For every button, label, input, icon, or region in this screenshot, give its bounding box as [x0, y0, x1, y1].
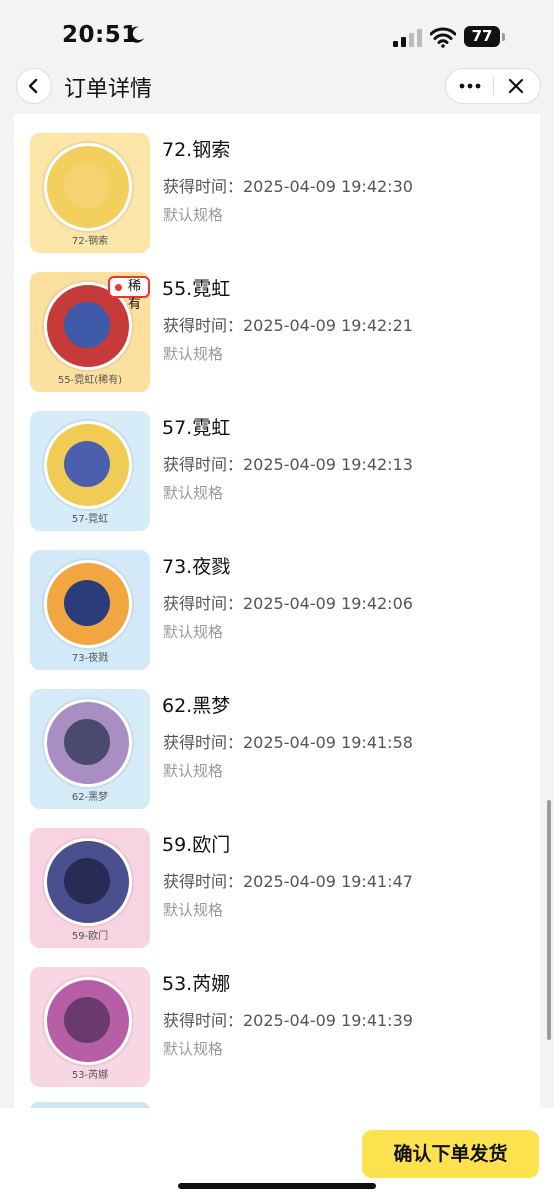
list-item[interactable]: 59-欧门 59.欧门获得时间：2025-04-09 19:41:47 默认规格	[14, 812, 540, 951]
item-spec: 默认规格	[163, 623, 224, 641]
character-portrait	[64, 441, 110, 487]
order-item-list: 72-钢索 72.钢索 获得时间：2025-04-09 19:42:30 默认规格 55…	[14, 114, 540, 1108]
obtained-time: 获得时间：2025-04-09 19:42:30	[163, 177, 413, 196]
home-indicator	[178, 1183, 376, 1189]
obtained-time: 获得时间：2025-04-09 19:42:13	[163, 455, 413, 474]
list-item[interactable]: 57-霓虹 57.霓虹获得时间：2025-04-09 19:42:13 默认规格	[14, 395, 540, 534]
item-spec: 默认规格	[163, 484, 224, 502]
badge-caption: 59-欧门	[71, 931, 109, 942]
item-name: 57.霓虹	[162, 417, 231, 439]
badge-caption: 55-霓虹(稀有)	[57, 375, 123, 386]
obtained-time: 获得时间：2025-04-09 19:42:06	[163, 594, 413, 613]
character-portrait	[64, 719, 110, 765]
character-portrait	[64, 163, 110, 209]
list-item[interactable]: 72-钢索 72.钢索获得时间：2025-04-09 19:42:30 默认规格	[14, 117, 540, 256]
rare-label: 稀有	[128, 279, 142, 312]
item-spec: 默认规格	[163, 345, 224, 363]
item-spec: 默认规格	[163, 901, 224, 919]
item-spec: 默认规格	[163, 1040, 224, 1058]
confirm-ship-button[interactable]: 确认下单发货	[362, 1130, 539, 1178]
rare-dot-icon	[115, 284, 122, 291]
badge-caption: 53-芮娜	[71, 1070, 109, 1081]
mini-program-capsule	[445, 68, 541, 104]
item-spec: 默认规格	[163, 206, 224, 224]
badge-caption: 62-黑梦	[71, 792, 109, 803]
page-title: 订单详情	[64, 77, 153, 102]
battery-level: 77	[464, 26, 500, 47]
badge-caption: 72-钢索	[71, 236, 109, 247]
bottom-bar: 确认下单发货	[0, 1108, 554, 1200]
badge-thumbnail: 59-欧门	[30, 828, 150, 948]
item-name: 62.黑梦	[162, 695, 231, 717]
badge-thumbnail: 72-钢索	[30, 133, 150, 253]
nav-bar: 订单详情	[0, 62, 554, 114]
item-name: 73.夜戮	[162, 556, 231, 578]
rare-badge: 稀有	[108, 276, 150, 312]
badge-caption: 73-夜戮	[71, 653, 109, 664]
back-button[interactable]	[16, 68, 52, 104]
character-portrait	[64, 302, 110, 348]
signal-icon	[393, 29, 422, 47]
item-spec: 默认规格	[163, 762, 224, 780]
more-icon[interactable]	[458, 79, 482, 93]
chevron-left-icon	[28, 78, 38, 94]
badge-thumbnail: 57-霓虹	[30, 411, 150, 531]
badge-thumbnail: 53-芮娜	[30, 967, 150, 1087]
list-item[interactable]: 53-芮娜 53.芮娜获得时间：2025-04-09 19:41:39 默认规格	[14, 951, 540, 1090]
battery-icon: 77	[464, 26, 506, 48]
obtained-time: 获得时间：2025-04-09 19:41:47	[163, 872, 413, 891]
character-portrait	[64, 997, 110, 1043]
item-name: 53.芮娜	[162, 973, 231, 995]
moon-icon	[128, 26, 144, 43]
close-icon[interactable]	[508, 78, 524, 94]
badge-thumbnail: 62-黑梦	[30, 689, 150, 809]
obtained-time: 获得时间：2025-04-09 19:41:58	[163, 733, 413, 752]
list-item[interactable]: 62-黑梦 62.黑梦获得时间：2025-04-09 19:41:58 默认规格	[14, 673, 540, 812]
obtained-time: 获得时间：2025-04-09 19:42:21	[163, 316, 413, 335]
item-name: 59.欧门	[162, 834, 231, 856]
obtained-time: 获得时间：2025-04-09 19:41:39	[163, 1011, 413, 1030]
badge-caption: 57-霓虹	[71, 514, 109, 525]
battery-tip	[502, 33, 505, 41]
item-name: 72.钢索	[162, 139, 231, 161]
badge-thumbnail: 73-夜戮	[30, 550, 150, 670]
scrollbar[interactable]	[547, 800, 551, 1040]
character-portrait	[64, 580, 110, 626]
wifi-icon	[430, 27, 456, 48]
list-item[interactable]: 55-霓虹(稀有) 稀有 55.霓虹获得时间：2025-04-09 19:42:21…	[14, 256, 540, 395]
capsule-divider	[493, 77, 494, 95]
item-name: 55.霓虹	[162, 278, 231, 300]
character-portrait	[64, 858, 110, 904]
list-item[interactable]: 73-夜戮 73.夜戮获得时间：2025-04-09 19:42:06 默认规格	[14, 534, 540, 673]
badge-thumbnail: 55-霓虹(稀有) 稀有	[30, 272, 150, 392]
